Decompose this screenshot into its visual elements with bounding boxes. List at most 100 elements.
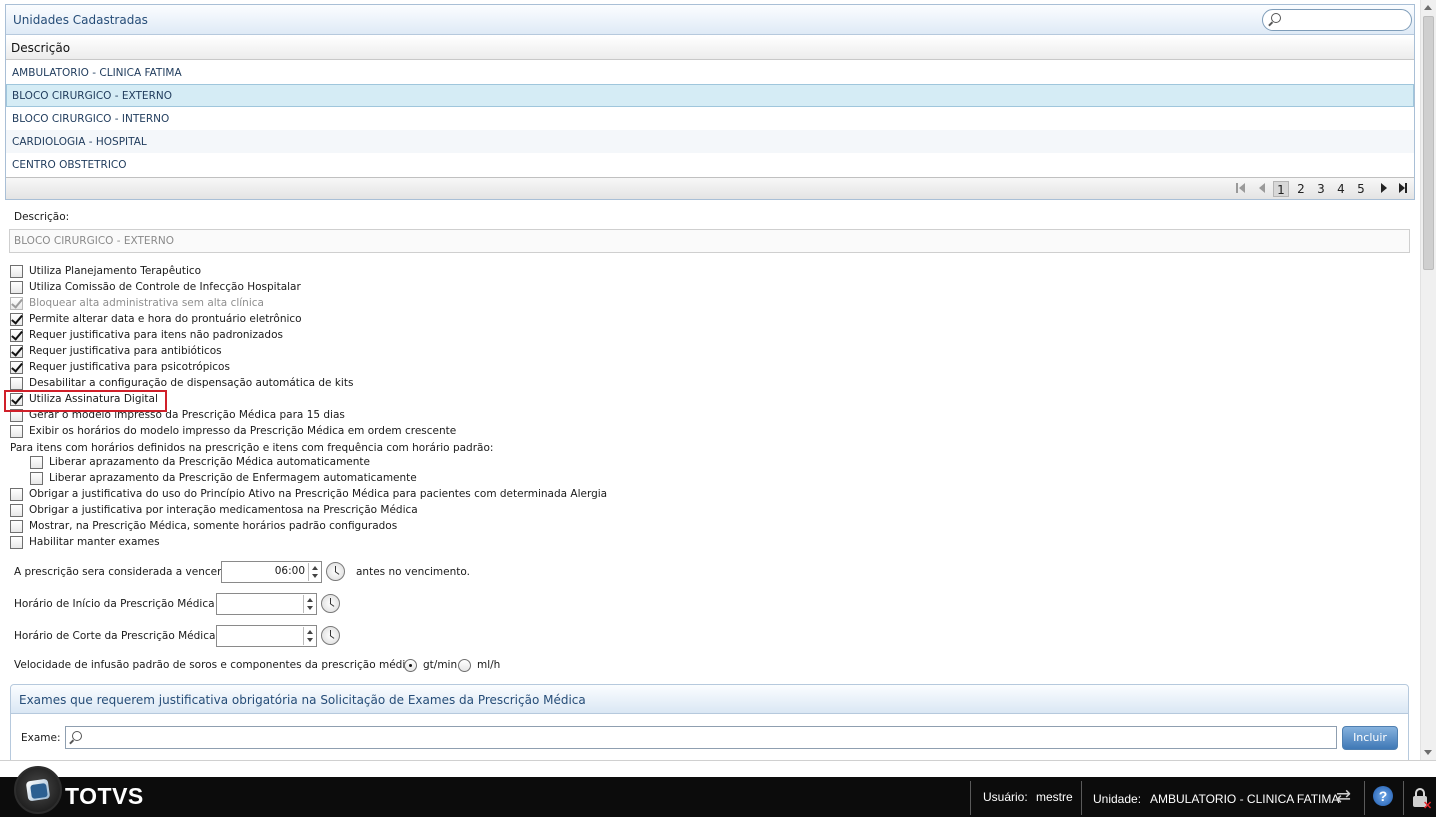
grid-column-header[interactable]: Descrição	[6, 36, 1414, 60]
stepper-arrows-icon[interactable]	[303, 595, 315, 613]
page-2-button[interactable]: 2	[1293, 181, 1309, 197]
checkbox-horarios-padrao[interactable]: Mostrar, na Prescrição Médica, somente h…	[10, 518, 397, 534]
checkbox-box[interactable]	[10, 360, 23, 374]
logout-lock-icon[interactable]: ✕	[1412, 788, 1432, 812]
checkbox-box[interactable]	[10, 487, 23, 501]
table-row[interactable]: AMBULATORIO - CLINICA FATIMA	[6, 61, 1414, 84]
expire-suffix: antes no vencimento.	[356, 566, 470, 578]
checkbox-label: Liberar aprazamento da Prescrição de Enf…	[49, 472, 417, 484]
checkbox-box[interactable]	[30, 471, 43, 485]
checkbox-planejamento-terapeutico[interactable]: Utiliza Planejamento Terapêutico	[10, 263, 201, 279]
radio-ml-h-label: ml/h	[477, 659, 501, 671]
checkbox-box[interactable]	[10, 344, 23, 358]
unit-label: Unidade:	[1093, 792, 1142, 806]
start-time-stepper[interactable]	[216, 593, 317, 615]
table-row[interactable]: BLOCO CIRURGICO - INTERNO	[6, 107, 1414, 130]
radio-gt-min-label: gt/min	[423, 659, 458, 671]
checkbox-alterar-data-hora[interactable]: Permite alterar data e hora do prontuári…	[10, 311, 302, 327]
checkbox-box[interactable]	[10, 535, 23, 549]
page-3-button[interactable]: 3	[1313, 181, 1329, 197]
checkbox-label: Habilitar manter exames	[29, 536, 160, 548]
checkbox-justificativa-antibioticos[interactable]: Requer justificativa para antibióticos	[10, 343, 222, 359]
user-value: mestre	[1036, 790, 1073, 804]
checkbox-principio-ativo-alergia[interactable]: Obrigar a justificativa do uso do Princí…	[10, 486, 607, 502]
checkbox-box[interactable]	[10, 519, 23, 533]
checkbox-comissao-infeccao[interactable]: Utiliza Comissão de Controle de Infecção…	[10, 279, 301, 295]
radio-ml-h[interactable]	[458, 659, 471, 672]
table-row[interactable]: CENTRO OBSTETRICO	[6, 153, 1414, 176]
totvs-logo-icon	[14, 766, 62, 814]
checkbox-aprazamento-enfermagem[interactable]: Liberar aprazamento da Prescrição de Enf…	[30, 470, 417, 486]
help-icon[interactable]: ?	[1373, 786, 1393, 806]
checkbox-box[interactable]	[10, 376, 23, 390]
checkbox-box[interactable]	[10, 280, 23, 294]
units-panel: Unidades Cadastradas Descrição AMBULATOR…	[5, 4, 1415, 200]
radio-gt-min[interactable]	[404, 659, 417, 672]
checkbox-box[interactable]	[10, 408, 23, 422]
checkbox-label: Mostrar, na Prescrição Médica, somente h…	[29, 520, 398, 532]
grid-pager: 1 2 3 4 5	[6, 177, 1414, 199]
checkbox-label: Utiliza Comissão de Controle de Infecção…	[29, 281, 301, 293]
checkbox-label: Requer justificativa para itens não padr…	[29, 329, 283, 341]
description-field[interactable]: BLOCO CIRURGICO - EXTERNO	[9, 229, 1410, 253]
units-search-box[interactable]	[1262, 9, 1412, 31]
start-time-label: Horário de Início da Prescrição Médica	[14, 598, 215, 610]
checkbox-box[interactable]	[10, 503, 23, 517]
checkbox-ordem-crescente[interactable]: Exibir os horários do modelo impresso da…	[10, 423, 456, 439]
units-search-input[interactable]	[1287, 12, 1405, 28]
scroll-up-icon[interactable]	[1424, 5, 1432, 10]
exam-label: Exame:	[21, 732, 61, 744]
checkbox-assinatura-digital[interactable]: Utiliza Assinatura Digital	[10, 391, 158, 407]
table-row[interactable]: CARDIOLOGIA - HOSPITAL	[6, 130, 1414, 153]
checkbox-box[interactable]	[30, 455, 43, 469]
prev-page-icon[interactable]	[1257, 183, 1267, 194]
vertical-scrollbar[interactable]	[1420, 0, 1436, 760]
page-4-button[interactable]: 4	[1333, 181, 1349, 197]
checkbox-box[interactable]	[10, 392, 23, 406]
exams-panel-header: Exames que requerem justificativa obriga…	[11, 685, 1408, 714]
infusion-label: Velocidade de infusão padrão de soros e …	[14, 659, 418, 671]
checkbox-desabilitar-dispensacao-kits[interactable]: Desabilitar a configuração de dispensaçã…	[10, 375, 353, 391]
exams-panel-title: Exames que requerem justificativa obriga…	[19, 693, 586, 707]
incluir-button[interactable]: Incluir	[1342, 726, 1398, 750]
last-page-icon[interactable]	[1399, 183, 1409, 194]
cut-time-stepper[interactable]	[216, 625, 317, 647]
exam-search-input[interactable]	[65, 726, 1337, 749]
table-row-selected[interactable]: BLOCO CIRURGICO - EXTERNO	[6, 84, 1414, 107]
stepper-arrows-icon[interactable]	[308, 563, 320, 581]
checkbox-modelo-15-dias[interactable]: Gerar o modelo impresso da Prescrição Mé…	[10, 407, 345, 423]
page-5-button[interactable]: 5	[1353, 181, 1369, 197]
checkbox-label: Obrigar a justificativa por interação me…	[29, 504, 418, 516]
expire-time-value: 06:00	[274, 565, 305, 577]
units-panel-header: Unidades Cadastradas	[6, 5, 1414, 35]
app-window: Unidades Cadastradas Descrição AMBULATOR…	[0, 0, 1436, 817]
first-page-icon[interactable]	[1236, 183, 1246, 194]
scrollbar-thumb[interactable]	[1423, 16, 1434, 270]
stepper-arrows-icon[interactable]	[303, 627, 315, 645]
unit-value: AMBULATORIO - CLINICA FATIMA	[1150, 792, 1340, 806]
expire-time-stepper[interactable]: 06:00	[221, 561, 322, 583]
checkbox-label: Desabilitar a configuração de dispensaçã…	[29, 377, 354, 389]
checkbox-justificativa-nao-padronizados[interactable]: Requer justificativa para itens não padr…	[10, 327, 283, 343]
cut-time-label: Horário de Corte da Prescrição Médica	[14, 630, 216, 642]
switch-unit-icon[interactable]	[1336, 786, 1358, 807]
checkbox-justificativa-psicotropicos[interactable]: Requer justificativa para psicotrópicos	[10, 359, 230, 375]
checkbox-box[interactable]	[10, 264, 23, 278]
checkbox-box[interactable]	[10, 328, 23, 342]
clock-icon[interactable]	[321, 594, 340, 613]
next-page-icon[interactable]	[1380, 183, 1390, 194]
checkbox-box[interactable]	[10, 424, 23, 438]
checkbox-label: Exibir os horários do modelo impresso da…	[29, 425, 457, 437]
clock-icon[interactable]	[321, 626, 340, 645]
checkbox-label: Obrigar a justificativa do uso do Princí…	[29, 488, 608, 500]
checkbox-interacao-medicamentosa[interactable]: Obrigar a justificativa por interação me…	[10, 502, 418, 518]
description-label: Descrição:	[14, 211, 70, 223]
checkbox-manter-exames[interactable]: Habilitar manter exames	[10, 534, 160, 550]
checkbox-aprazamento-medica[interactable]: Liberar aprazamento da Prescrição Médica…	[30, 454, 370, 470]
footer-divider	[970, 781, 971, 815]
page-1-button[interactable]: 1	[1273, 181, 1289, 197]
search-icon	[1271, 13, 1281, 23]
clock-icon[interactable]	[326, 562, 345, 581]
scroll-down-icon[interactable]	[1424, 750, 1432, 755]
checkbox-box[interactable]	[10, 312, 23, 326]
